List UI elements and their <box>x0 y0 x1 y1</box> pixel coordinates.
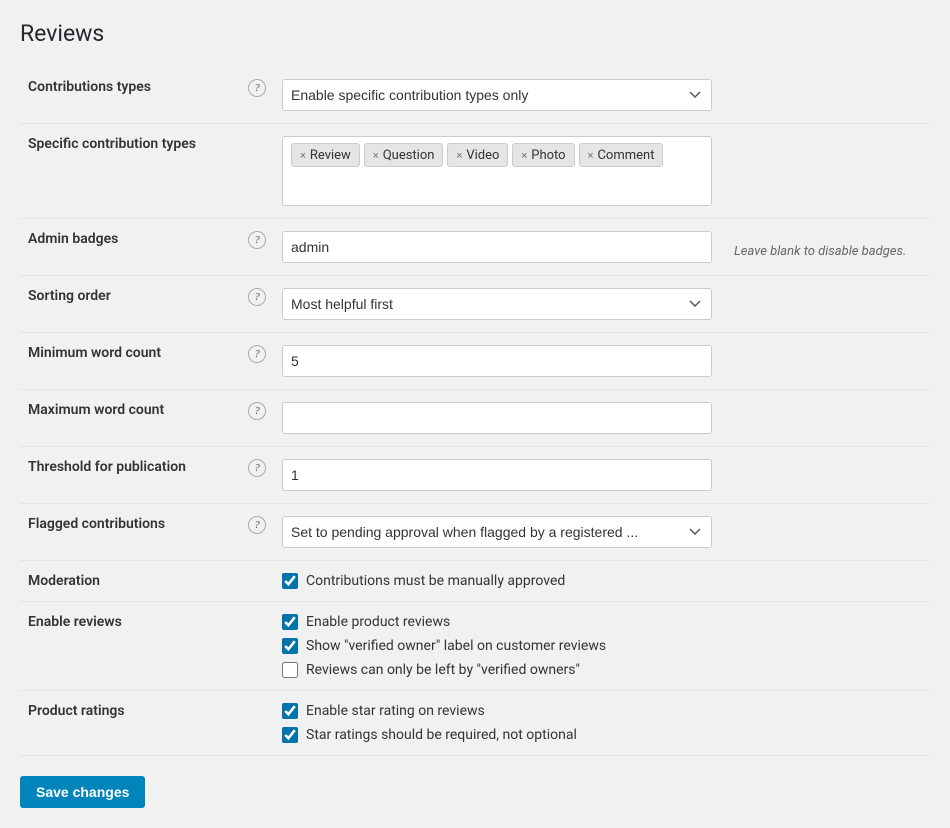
help-icon-maximum-word-count[interactable]: ? <box>248 402 266 420</box>
tags-container[interactable]: ×Review ×Question ×Video ×Photo ×Comment <box>282 136 712 206</box>
label-maximum-word-count: Maximum word count <box>20 390 240 447</box>
label-product-ratings: Product ratings <box>20 691 240 756</box>
tag-video: ×Video <box>447 143 508 167</box>
save-button[interactable]: Save changes <box>20 776 145 808</box>
tag-remove-comment[interactable]: × <box>588 149 594 162</box>
moderation-checkbox-row: Contributions must be manually approved <box>282 573 922 589</box>
label-specific-contribution-types: Specific contribution types <box>20 124 240 219</box>
label-threshold-publication: Threshold for publication <box>20 447 240 504</box>
product-ratings-checkbox-2[interactable] <box>282 727 298 743</box>
row-maximum-word-count: Maximum word count ? <box>20 390 930 447</box>
moderation-label-1: Contributions must be manually approved <box>306 573 565 589</box>
enable-reviews-checkbox-row-1: Enable product reviews <box>282 614 922 630</box>
tag-remove-question[interactable]: × <box>373 149 379 162</box>
enable-reviews-checkbox-1[interactable] <box>282 614 298 630</box>
enable-reviews-checkbox-row-3: Reviews can only be left by "verified ow… <box>282 662 922 678</box>
tag-remove-review[interactable]: × <box>300 149 306 162</box>
tag-question: ×Question <box>364 143 444 167</box>
row-product-ratings: Product ratings Enable star rating on re… <box>20 691 930 756</box>
flagged-contributions-select[interactable]: Set to pending approval when flagged by … <box>282 516 712 548</box>
row-admin-badges: Admin badges ? Leave blank to disable ba… <box>20 219 930 276</box>
row-sorting-order: Sorting order ? Most helpful first Newes… <box>20 276 930 333</box>
help-icon-threshold-publication[interactable]: ? <box>248 459 266 477</box>
row-minimum-word-count: Minimum word count ? <box>20 333 930 390</box>
row-specific-contribution-types: Specific contribution types ×Review ×Que… <box>20 124 930 219</box>
admin-badges-input[interactable] <box>282 231 712 263</box>
row-threshold-publication: Threshold for publication ? <box>20 447 930 504</box>
label-enable-reviews: Enable reviews <box>20 602 240 691</box>
moderation-checkbox-1[interactable] <box>282 573 298 589</box>
help-icon-admin-badges[interactable]: ? <box>248 231 266 249</box>
help-icon-sorting-order[interactable]: ? <box>248 288 266 306</box>
enable-reviews-checkbox-2[interactable] <box>282 638 298 654</box>
enable-reviews-label-3: Reviews can only be left by "verified ow… <box>306 662 580 678</box>
label-admin-badges: Admin badges <box>20 219 240 276</box>
enable-reviews-checkbox-row-2: Show "verified owner" label on customer … <box>282 638 922 654</box>
label-flagged-contributions: Flagged contributions <box>20 504 240 561</box>
tag-review: ×Review <box>291 143 360 167</box>
maximum-word-count-input[interactable] <box>282 402 712 434</box>
label-moderation: Moderation <box>20 561 240 602</box>
tag-remove-video[interactable]: × <box>456 149 462 162</box>
threshold-publication-input[interactable] <box>282 459 712 491</box>
tag-comment: ×Comment <box>579 143 664 167</box>
contributions-types-select[interactable]: Enable specific contribution types only … <box>282 79 712 111</box>
product-ratings-checkbox-row-2: Star ratings should be required, not opt… <box>282 727 922 743</box>
settings-table: Contributions types ? Enable specific co… <box>20 67 930 756</box>
row-enable-reviews: Enable reviews Enable product reviews Sh… <box>20 602 930 691</box>
help-icon-contributions-types[interactable]: ? <box>248 79 266 97</box>
sorting-order-select[interactable]: Most helpful first Newest first Oldest f… <box>282 288 712 320</box>
admin-badges-row: Leave blank to disable badges. <box>282 231 922 263</box>
label-minimum-word-count: Minimum word count <box>20 333 240 390</box>
label-sorting-order: Sorting order <box>20 276 240 333</box>
minimum-word-count-input[interactable] <box>282 345 712 377</box>
enable-reviews-checkbox-3[interactable] <box>282 662 298 678</box>
tag-remove-photo[interactable]: × <box>521 149 527 162</box>
admin-badges-hint: Leave blank to disable badges. <box>724 236 906 259</box>
row-flagged-contributions: Flagged contributions ? Set to pending a… <box>20 504 930 561</box>
product-ratings-label-2: Star ratings should be required, not opt… <box>306 727 577 743</box>
row-moderation: Moderation Contributions must be manuall… <box>20 561 930 602</box>
help-icon-flagged-contributions[interactable]: ? <box>248 516 266 534</box>
enable-reviews-label-2: Show "verified owner" label on customer … <box>306 638 606 654</box>
product-ratings-checkbox-1[interactable] <box>282 703 298 719</box>
row-contributions-types: Contributions types ? Enable specific co… <box>20 67 930 124</box>
tag-photo: ×Photo <box>512 143 574 167</box>
label-contributions-types: Contributions types <box>20 67 240 124</box>
enable-reviews-label-1: Enable product reviews <box>306 614 450 630</box>
help-icon-minimum-word-count[interactable]: ? <box>248 345 266 363</box>
page-title: Reviews <box>20 20 930 47</box>
product-ratings-label-1: Enable star rating on reviews <box>306 703 485 719</box>
product-ratings-checkbox-row-1: Enable star rating on reviews <box>282 703 922 719</box>
